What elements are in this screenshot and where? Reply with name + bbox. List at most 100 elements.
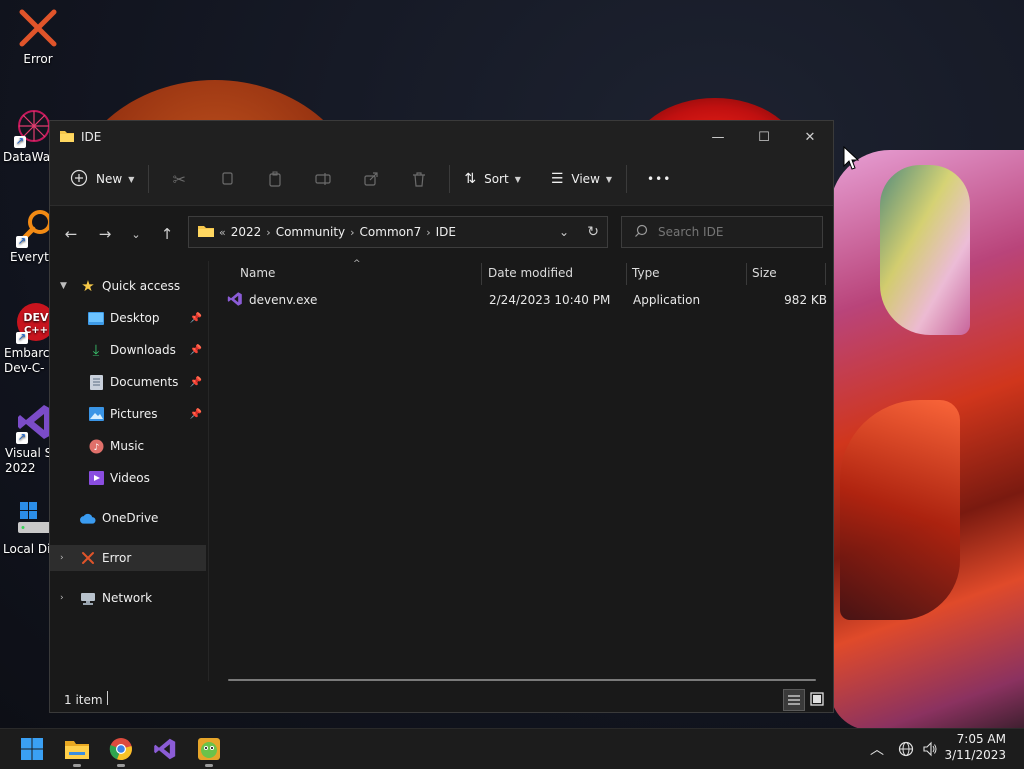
column-header-type[interactable]: Type: [632, 261, 660, 285]
nav-downloads[interactable]: ⤓ Downloads 📌: [50, 337, 206, 363]
table-row[interactable]: devenv.exe 2/24/2023 10:40 PM Applicatio…: [227, 289, 829, 311]
nav-quick-access[interactable]: ▼ ★ Quick access: [50, 273, 206, 299]
column-header-size[interactable]: Size: [752, 261, 777, 285]
search-input[interactable]: [656, 224, 810, 240]
tiles-view-button[interactable]: [807, 689, 827, 709]
search-box[interactable]: [621, 216, 823, 248]
chevron-down-icon: ▼: [605, 174, 613, 184]
details-view-button[interactable]: [783, 689, 805, 711]
nav-label: OneDrive: [102, 511, 159, 525]
chevron-down-icon: ▼: [514, 174, 521, 184]
view-list-icon: ☰: [550, 171, 564, 187]
desktop-icon-error[interactable]: Error: [8, 6, 68, 66]
back-button[interactable]: ←: [54, 217, 88, 251]
nav-network[interactable]: › Network: [50, 585, 206, 611]
sort-button[interactable]: ⇅ Sort ▼: [456, 162, 529, 196]
chevron-up-icon: ︿: [870, 742, 884, 758]
chevron-down-icon: ▼: [128, 174, 135, 184]
download-arrow-icon: ⤓: [92, 341, 100, 359]
nav-label: Quick access: [102, 279, 181, 293]
chevron-right-icon: ›: [60, 553, 64, 563]
column-divider[interactable]: [825, 263, 826, 285]
breadcrumb-2022[interactable]: 2022: [231, 225, 262, 239]
breadcrumb-community[interactable]: Community: [276, 225, 345, 239]
recent-locations-button[interactable]: ⌄: [122, 217, 150, 251]
copy-button[interactable]: [215, 162, 239, 196]
svg-text:DEV: DEV: [23, 311, 49, 324]
document-icon: [88, 374, 104, 390]
network-tray-button[interactable]: [898, 729, 914, 769]
address-bar[interactable]: « 2022 › Community › Common7 › IDE ⌄ ↻: [188, 216, 608, 248]
view-button[interactable]: ☰ View ▼: [543, 162, 620, 196]
toolbar-divider: [148, 165, 150, 193]
chevron-right-icon: ›: [350, 225, 355, 239]
column-label: Date modified: [488, 266, 574, 280]
navigation-pane: ▼ ★ Quick access Desktop 📌 ⤓ Downloads 📌…: [50, 261, 209, 681]
arrow-left-icon: ←: [64, 225, 78, 243]
taskbar-app-green[interactable]: [193, 733, 225, 767]
title-bar[interactable]: IDE — ☐ ✕: [50, 121, 833, 153]
windows-logo-icon: [21, 738, 43, 760]
close-button[interactable]: ✕: [787, 121, 833, 153]
chevron-down-icon: ▼: [60, 281, 67, 291]
file-size: 982 KB: [784, 293, 827, 307]
pin-icon: 📌: [189, 408, 202, 420]
delete-button[interactable]: [407, 162, 431, 196]
pin-icon: 📌: [189, 312, 202, 324]
maximize-icon: ☐: [758, 129, 770, 145]
taskbar: ︿ 7:05 AM 3/11/2023: [0, 728, 1024, 769]
refresh-icon: ↻: [587, 224, 599, 240]
details-view-icon: [788, 695, 800, 705]
folder-icon: [59, 128, 75, 147]
start-button[interactable]: [16, 733, 48, 765]
up-button[interactable]: ↑: [150, 217, 184, 251]
share-button[interactable]: [359, 162, 383, 196]
paste-button[interactable]: [263, 162, 287, 196]
breadcrumb-common7[interactable]: Common7: [360, 225, 422, 239]
taskbar-file-explorer[interactable]: [61, 733, 93, 767]
chevron-down-icon: ⌄: [131, 227, 141, 241]
taskbar-visual-studio[interactable]: [149, 733, 181, 765]
trash-icon: [413, 172, 426, 187]
nav-label: Network: [102, 591, 153, 605]
breadcrumb-ide[interactable]: IDE: [436, 225, 456, 239]
nav-label: Desktop: [110, 311, 160, 325]
refresh-button[interactable]: ↻: [587, 224, 599, 240]
maximize-button[interactable]: ☐: [741, 121, 787, 153]
nav-documents[interactable]: Documents 📌: [50, 369, 206, 395]
taskbar-clock[interactable]: 7:05 AM 3/11/2023: [944, 731, 1006, 763]
volume-tray-button[interactable]: [922, 729, 938, 769]
column-header-date[interactable]: Date modified: [488, 261, 573, 285]
paste-icon: [269, 171, 281, 187]
show-hidden-icons-button[interactable]: ︿: [870, 729, 884, 769]
nav-music[interactable]: ♪ Music: [50, 433, 206, 459]
minimize-button[interactable]: —: [695, 121, 741, 153]
nav-videos[interactable]: Videos: [50, 465, 206, 491]
file-date: 2/24/2023 10:40 PM: [489, 293, 611, 307]
horizontal-scrollbar[interactable]: [228, 679, 816, 681]
column-label: Size: [752, 266, 777, 280]
breadcrumb-overflow[interactable]: «: [219, 226, 226, 239]
column-divider[interactable]: [481, 263, 482, 285]
nav-error[interactable]: › Error: [50, 545, 206, 571]
address-history-button[interactable]: ⌄: [559, 225, 569, 239]
error-x-icon: [80, 550, 96, 566]
rename-button[interactable]: [311, 162, 335, 196]
clock-time: 7:05 AM: [956, 732, 1006, 746]
cut-button[interactable]: ✂: [167, 162, 191, 196]
file-name: devenv.exe: [249, 293, 318, 307]
nav-pictures[interactable]: Pictures 📌: [50, 401, 206, 427]
share-icon: [364, 172, 378, 186]
column-divider[interactable]: [746, 263, 747, 285]
taskbar-chrome[interactable]: [105, 733, 137, 767]
more-options-button[interactable]: •••: [639, 162, 679, 196]
forward-button[interactable]: →: [88, 217, 122, 251]
video-icon: [88, 470, 104, 486]
globe-icon: [898, 741, 914, 757]
new-button[interactable]: New ▼: [62, 162, 142, 196]
nav-onedrive[interactable]: OneDrive: [50, 505, 206, 531]
visual-studio-icon: [227, 291, 243, 310]
nav-desktop[interactable]: Desktop 📌: [50, 305, 206, 331]
column-header-name[interactable]: Name: [240, 261, 275, 285]
column-divider[interactable]: [626, 263, 627, 285]
